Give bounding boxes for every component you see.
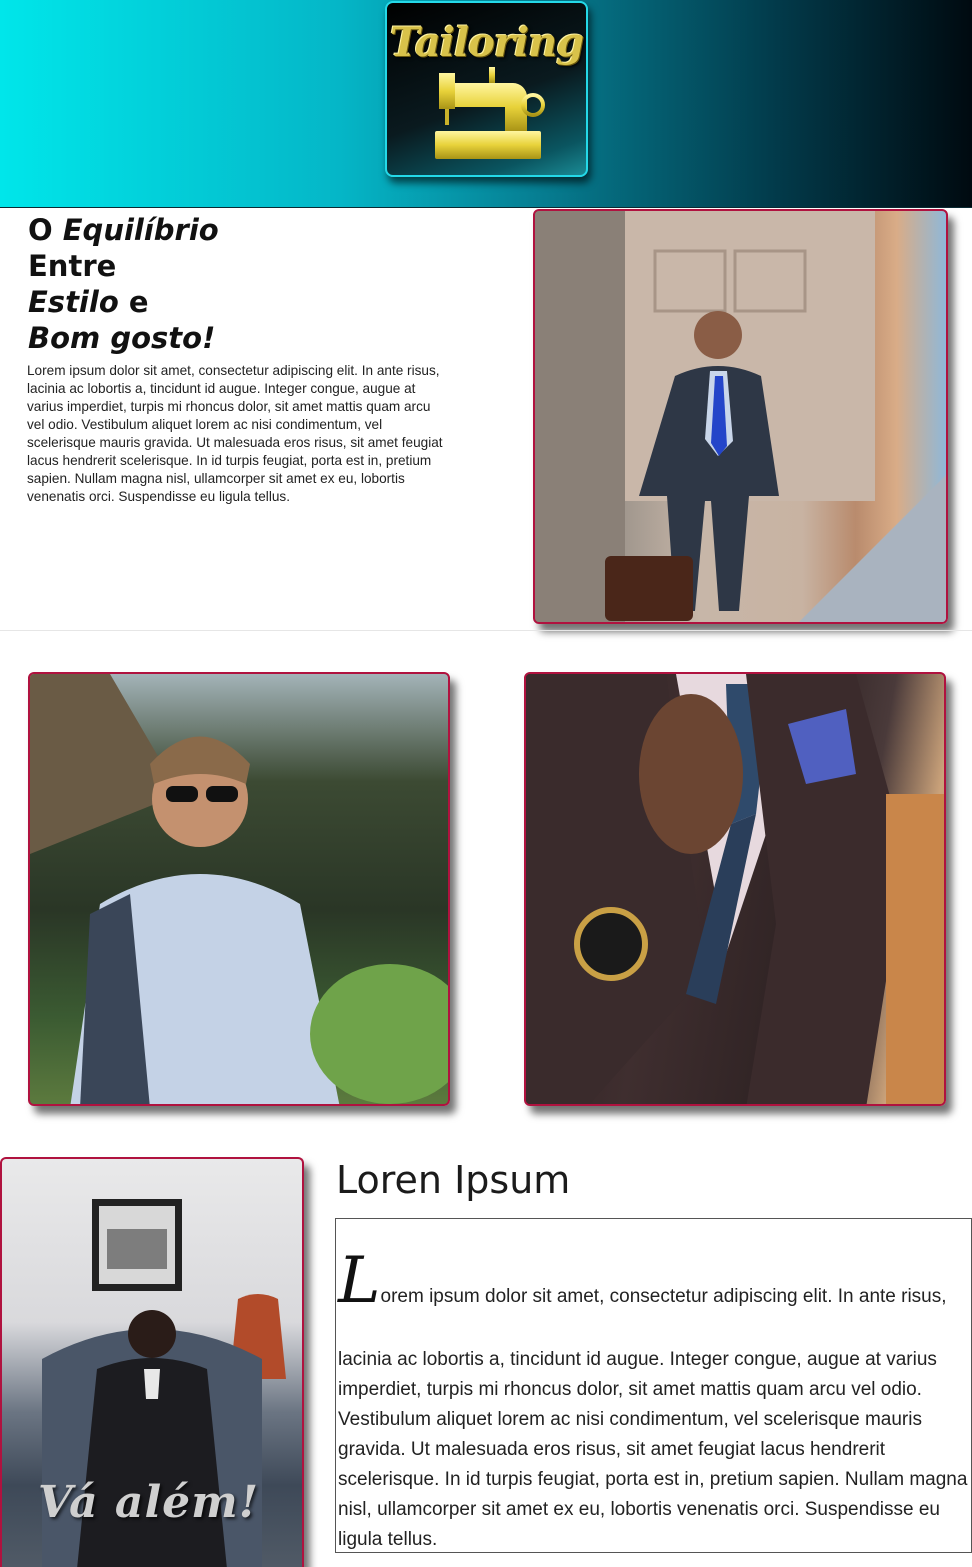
paragraph-body: lacinia ac lobortis a, tincidunt id augu… [338,1349,968,1550]
smiling-man-photo [28,672,450,1106]
photo-caption: Vá além! [38,1477,260,1528]
hero-title-estilo: Estilo [28,285,119,319]
sewing-machine-icon [435,67,545,159]
hero-title-e: e [118,285,149,319]
first-line-text: orem ipsum dolor sit amet, consectetur a… [380,1286,947,1307]
hero-title-entre: Entre [28,249,117,283]
drop-cap: L [338,1244,381,1318]
text-box: Lorem ipsum dolor sit amet, consectetur … [335,1218,972,1553]
hero-title-o: O [28,213,63,247]
section-title: Loren Ipsum [336,1158,571,1202]
hero-paragraph: Lorem ipsum dolor sit amet, consectetur … [27,363,443,504]
suit-watch-photo [524,672,946,1106]
businessman-street-photo [533,209,948,624]
hero-title: O Equilíbrio Entre Estilo e Bom gosto! [28,212,488,356]
site-header: Tailoring [0,0,972,208]
first-line: Lorem ipsum dolor sit amet, consectetur … [338,1249,969,1323]
hero-title-bom-gosto: Bom gosto! [28,321,216,355]
section-divider [0,630,972,631]
hero-title-equilibrio: Equilíbrio [62,213,219,247]
logo[interactable]: Tailoring [385,1,588,177]
